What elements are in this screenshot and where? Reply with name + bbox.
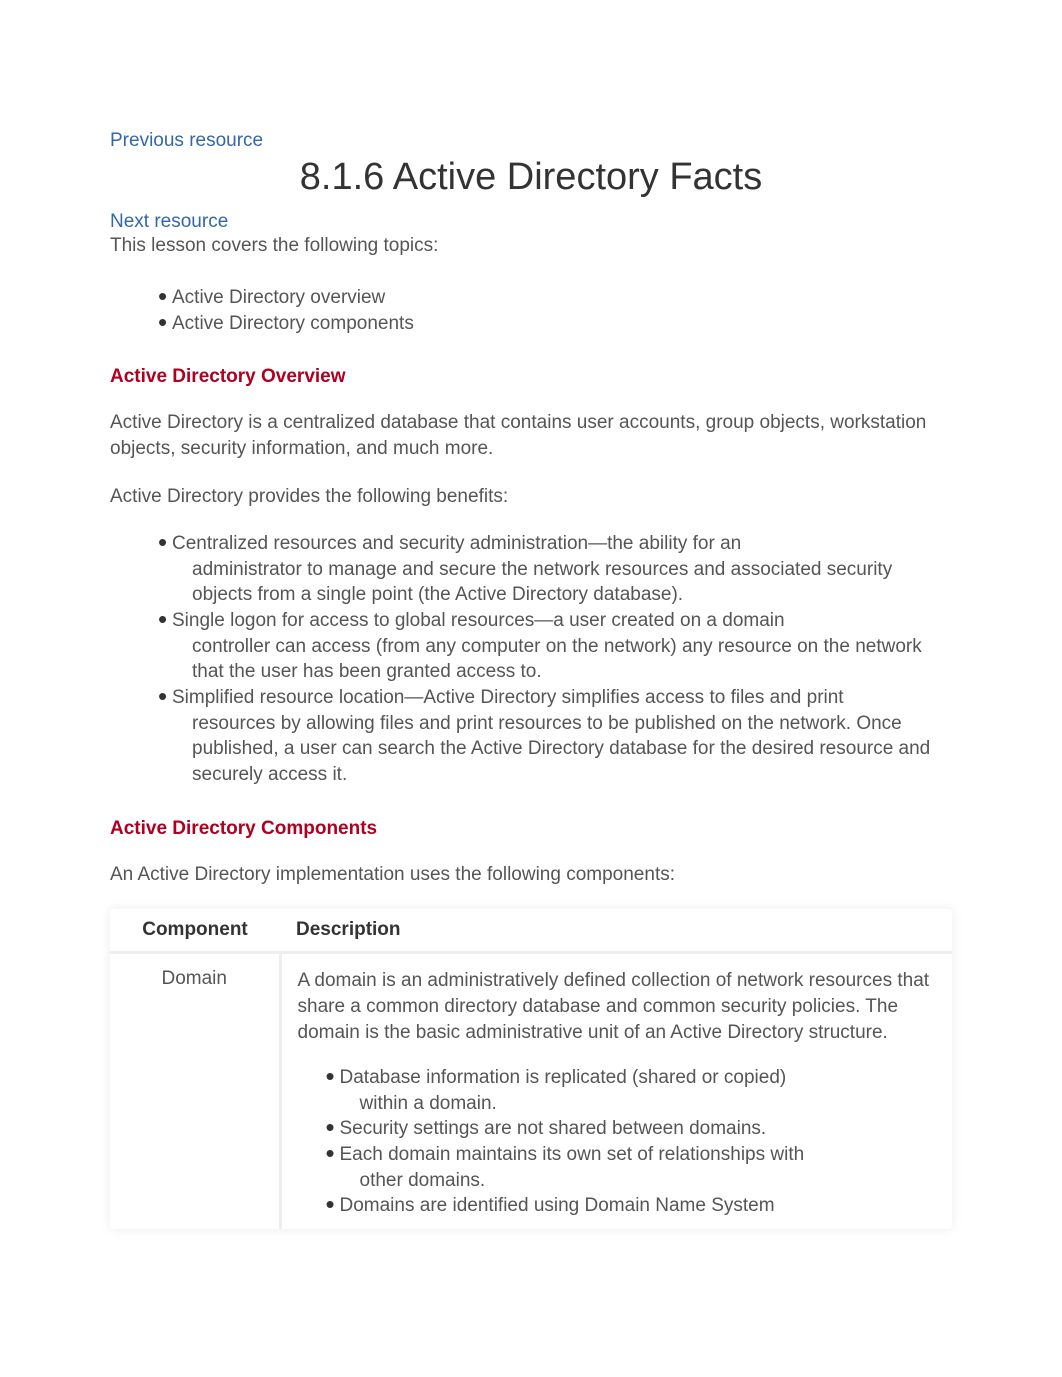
components-table-wrap: Component Description Domain A domain is…: [110, 909, 952, 1229]
benefit-item: Simplified resource location—Active Dire…: [160, 685, 952, 788]
benefits-list: Centralized resources and security admin…: [110, 531, 952, 787]
benefit-item: Single logon for access to global resour…: [160, 608, 952, 685]
previous-resource-link[interactable]: Previous resource: [110, 130, 952, 152]
components-intro: An Active Directory implementation uses …: [110, 862, 952, 888]
bullet-rest: other domains.: [340, 1168, 937, 1194]
domain-bullet: Database information is replicated (shar…: [328, 1065, 937, 1116]
bullet-first: Database information is replicated (shar…: [340, 1067, 787, 1088]
benefits-intro: Active Directory provides the following …: [110, 484, 952, 510]
component-name-cell: Domain: [110, 953, 280, 1229]
bullet-first: Each domain maintains its own set of rel…: [340, 1144, 805, 1165]
table-header-row: Component Description: [110, 909, 952, 953]
domain-bullet: Security settings are not shared between…: [328, 1116, 937, 1142]
component-description-cell: A domain is an administratively defined …: [280, 953, 952, 1229]
domain-bullet: Each domain maintains its own set of rel…: [328, 1142, 937, 1193]
next-resource-link[interactable]: Next resource: [110, 211, 952, 233]
benefit-text-rest: administrator to manage and secure the n…: [172, 557, 952, 608]
overview-paragraph: Active Directory is a centralized databa…: [110, 410, 952, 461]
intro-text: This lesson covers the following topics:: [110, 235, 952, 257]
benefit-text-rest: resources by allowing files and print re…: [172, 711, 952, 788]
benefit-item: Centralized resources and security admin…: [160, 531, 952, 608]
benefit-text-first: Simplified resource location—Active Dire…: [172, 685, 952, 711]
page-title: 8.1.6 Active Directory Facts: [110, 156, 952, 199]
components-table: Component Description Domain A domain is…: [110, 909, 952, 1229]
topic-item: Active Directory overview: [160, 285, 952, 311]
section-heading-components: Active Directory Components: [110, 818, 952, 840]
topic-item: Active Directory components: [160, 311, 952, 337]
benefit-text-first: Single logon for access to global resour…: [172, 608, 952, 634]
topic-list: Active Directory overview Active Directo…: [110, 285, 952, 336]
domain-bullet-list: Database information is replicated (shar…: [298, 1065, 937, 1219]
section-heading-overview: Active Directory Overview: [110, 366, 952, 388]
table-row: Domain A domain is an administratively d…: [110, 953, 952, 1229]
benefit-text-rest: controller can access (from any computer…: [172, 634, 952, 685]
domain-bullet: Domains are identified using Domain Name…: [328, 1193, 937, 1219]
benefit-text-first: Centralized resources and security admin…: [172, 531, 952, 557]
domain-description: A domain is an administratively defined …: [298, 968, 937, 1045]
bullet-first: Domains are identified using Domain Name…: [340, 1195, 775, 1216]
bullet-first: Security settings are not shared between…: [340, 1118, 767, 1139]
bullet-rest: within a domain.: [340, 1091, 937, 1117]
table-header-component: Component: [110, 909, 280, 953]
table-header-description: Description: [280, 909, 952, 953]
